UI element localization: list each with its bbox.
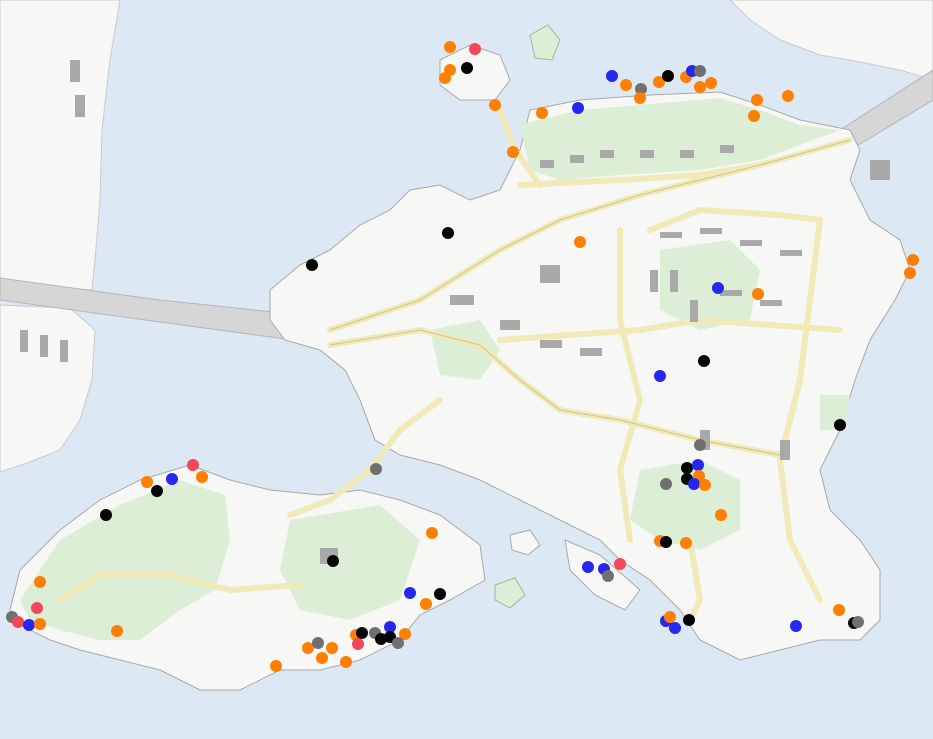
marker-orange[interactable]: [196, 471, 208, 483]
marker-orange[interactable]: [634, 92, 646, 104]
marker-orange[interactable]: [507, 146, 519, 158]
marker-black[interactable]: [327, 555, 339, 567]
marker-black[interactable]: [100, 509, 112, 521]
marker-orange[interactable]: [782, 90, 794, 102]
marker-black[interactable]: [442, 227, 454, 239]
marker-orange[interactable]: [426, 527, 438, 539]
marker-blue[interactable]: [790, 620, 802, 632]
marker-orange[interactable]: [680, 537, 692, 549]
marker-gray[interactable]: [370, 463, 382, 475]
marker-orange[interactable]: [34, 576, 46, 588]
marker-blue[interactable]: [669, 622, 681, 634]
marker-gray[interactable]: [694, 439, 706, 451]
marker-black[interactable]: [434, 588, 446, 600]
marker-orange[interactable]: [752, 288, 764, 300]
marker-orange[interactable]: [907, 254, 919, 266]
marker-black[interactable]: [698, 355, 710, 367]
marker-gray[interactable]: [660, 478, 672, 490]
marker-red[interactable]: [614, 558, 626, 570]
marker-orange[interactable]: [833, 604, 845, 616]
marker-orange[interactable]: [34, 618, 46, 630]
marker-black[interactable]: [834, 419, 846, 431]
marker-black[interactable]: [356, 627, 368, 639]
marker-orange[interactable]: [694, 81, 706, 93]
marker-blue[interactable]: [23, 619, 35, 631]
marker-orange[interactable]: [439, 72, 451, 84]
marker-orange[interactable]: [574, 236, 586, 248]
marker-gray[interactable]: [852, 616, 864, 628]
marker-orange[interactable]: [715, 509, 727, 521]
marker-blue[interactable]: [692, 459, 704, 471]
marker-red[interactable]: [352, 638, 364, 650]
marker-orange[interactable]: [536, 107, 548, 119]
marker-orange[interactable]: [270, 660, 282, 672]
marker-black[interactable]: [683, 614, 695, 626]
marker-blue[interactable]: [654, 370, 666, 382]
marker-red[interactable]: [31, 602, 43, 614]
marker-orange[interactable]: [326, 642, 338, 654]
marker-blue[interactable]: [572, 102, 584, 114]
marker-orange[interactable]: [340, 656, 352, 668]
marker-orange[interactable]: [664, 611, 676, 623]
marker-gray[interactable]: [392, 637, 404, 649]
marker-orange[interactable]: [904, 267, 916, 279]
marker-black[interactable]: [461, 62, 473, 74]
marker-orange[interactable]: [420, 598, 432, 610]
marker-orange[interactable]: [705, 77, 717, 89]
marker-gray[interactable]: [694, 65, 706, 77]
marker-black[interactable]: [151, 485, 163, 497]
marker-orange[interactable]: [748, 110, 760, 122]
marker-black[interactable]: [662, 70, 674, 82]
marker-orange[interactable]: [316, 652, 328, 664]
map-canvas[interactable]: [0, 0, 933, 739]
marker-blue[interactable]: [712, 282, 724, 294]
marker-blue[interactable]: [582, 561, 594, 573]
marker-blue[interactable]: [688, 478, 700, 490]
marker-blue[interactable]: [166, 473, 178, 485]
marker-orange[interactable]: [751, 94, 763, 106]
marker-orange[interactable]: [444, 41, 456, 53]
marker-red[interactable]: [187, 459, 199, 471]
marker-orange[interactable]: [141, 476, 153, 488]
marker-red[interactable]: [469, 43, 481, 55]
marker-black[interactable]: [681, 462, 693, 474]
marker-gray[interactable]: [312, 637, 324, 649]
marker-blue[interactable]: [606, 70, 618, 82]
marker-blue[interactable]: [404, 587, 416, 599]
marker-gray[interactable]: [602, 570, 614, 582]
marker-orange[interactable]: [489, 99, 501, 111]
marker-orange[interactable]: [111, 625, 123, 637]
marker-black[interactable]: [660, 536, 672, 548]
marker-orange[interactable]: [699, 479, 711, 491]
marker-red[interactable]: [12, 616, 24, 628]
marker-black[interactable]: [306, 259, 318, 271]
marker-orange[interactable]: [620, 79, 632, 91]
